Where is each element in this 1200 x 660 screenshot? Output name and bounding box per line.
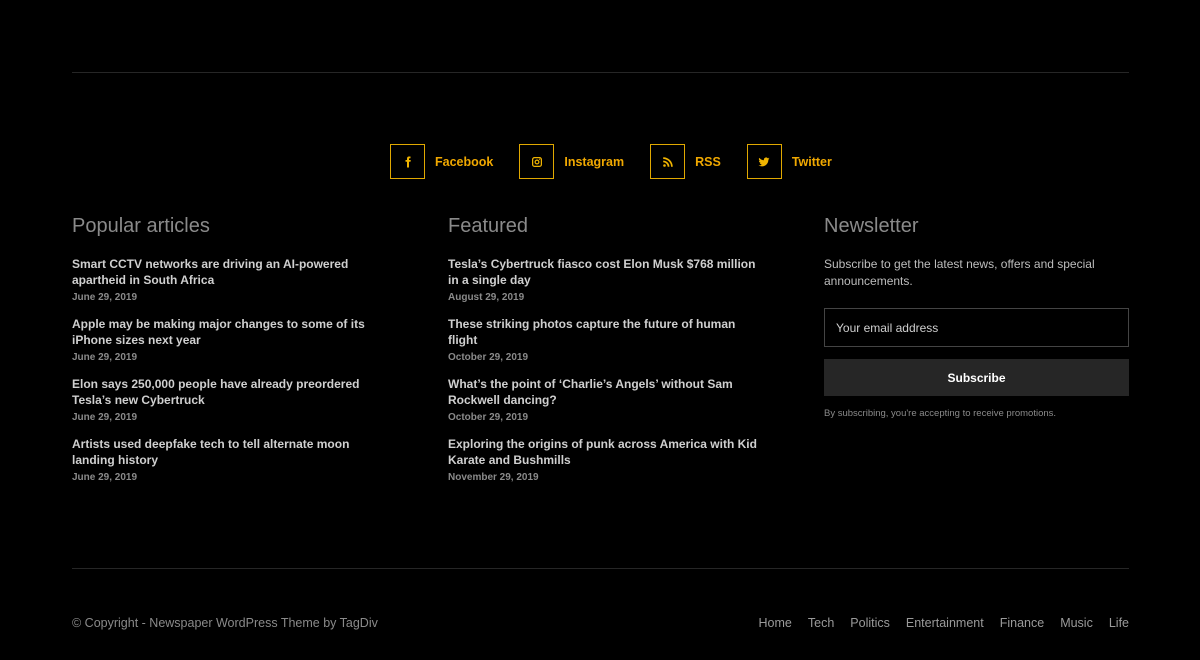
- newsletter-description: Subscribe to get the latest news, offers…: [824, 257, 1095, 288]
- social-instagram[interactable]: Instagram: [519, 144, 624, 179]
- list-item[interactable]: Smart CCTV networks are driving an AI-po…: [72, 256, 382, 304]
- list-item[interactable]: Tesla’s Cybertruck fiasco cost Elon Musk…: [448, 256, 758, 304]
- featured-section: Featured Tesla’s Cybertruck fiasco cost …: [448, 214, 758, 496]
- top-divider: [72, 72, 1129, 73]
- social-rss[interactable]: RSS: [650, 144, 721, 179]
- footer-link-entertainment[interactable]: Entertainment: [906, 616, 984, 630]
- twitter-icon[interactable]: [746, 144, 782, 179]
- popular-articles-section: Popular articles Smart CCTV networks are…: [72, 214, 382, 496]
- popular-articles-title: Popular articles: [72, 215, 210, 237]
- featured-title: Featured: [448, 215, 529, 237]
- article-title[interactable]: Apple may be making major changes to som…: [72, 316, 382, 348]
- footer-link-life[interactable]: Life: [1109, 616, 1129, 630]
- article-title[interactable]: What’s the point of ‘Charlie’s Angels’ w…: [448, 376, 758, 408]
- bottom-divider: [72, 568, 1129, 569]
- list-item[interactable]: Artists used deepfake tech to tell alter…: [72, 436, 382, 484]
- article-date: June 29, 2019: [72, 412, 138, 423]
- newsletter-section: Newsletter Subscribe to get the latest n…: [824, 214, 1130, 419]
- social-label-instagram[interactable]: Instagram: [564, 155, 624, 169]
- newsletter-title: Newsletter: [824, 215, 919, 237]
- article-title[interactable]: Elon says 250,000 people have already pr…: [72, 376, 382, 408]
- footer-link-politics[interactable]: Politics: [850, 616, 890, 630]
- article-date: June 29, 2019: [72, 352, 138, 363]
- article-date: August 29, 2019: [448, 292, 525, 303]
- article-date: October 29, 2019: [448, 412, 529, 423]
- social-links: Facebook Instagram RSS Twitter: [390, 144, 858, 179]
- email-field[interactable]: Your email address: [824, 308, 1129, 347]
- subscribe-button[interactable]: Subscribe: [824, 359, 1129, 396]
- social-twitter[interactable]: Twitter: [746, 144, 832, 179]
- footer-link-home[interactable]: Home: [759, 616, 792, 630]
- list-item[interactable]: What’s the point of ‘Charlie’s Angels’ w…: [448, 376, 758, 424]
- article-title[interactable]: Smart CCTV networks are driving an AI-po…: [72, 256, 382, 288]
- social-label-rss[interactable]: RSS: [695, 155, 721, 169]
- article-date: November 29, 2019: [448, 472, 539, 483]
- list-item[interactable]: Apple may be making major changes to som…: [72, 316, 382, 364]
- social-label-facebook[interactable]: Facebook: [435, 155, 493, 169]
- social-facebook[interactable]: Facebook: [390, 144, 493, 179]
- article-title[interactable]: Exploring the origins of punk across Ame…: [448, 436, 758, 468]
- instagram-icon[interactable]: [519, 144, 555, 179]
- article-date: June 29, 2019: [72, 292, 138, 303]
- copyright-text: © Copyright - Newspaper WordPress Theme …: [72, 616, 378, 630]
- article-date: October 29, 2019: [448, 352, 529, 363]
- list-item[interactable]: Exploring the origins of punk across Ame…: [448, 436, 758, 484]
- rss-icon[interactable]: [650, 144, 686, 179]
- footer-link-finance[interactable]: Finance: [1000, 616, 1044, 630]
- facebook-icon[interactable]: [390, 144, 425, 179]
- list-item[interactable]: These striking photos capture the future…: [448, 316, 758, 364]
- list-item[interactable]: Elon says 250,000 people have already pr…: [72, 376, 382, 424]
- footer-link-music[interactable]: Music: [1060, 616, 1093, 630]
- article-date: June 29, 2019: [72, 472, 138, 483]
- newsletter-note: By subscribing, you're accepting to rece…: [824, 408, 1057, 419]
- footer-nav: Home Tech Politics Entertainment Finance…: [743, 616, 1129, 630]
- social-label-twitter[interactable]: Twitter: [792, 155, 832, 169]
- article-title[interactable]: Tesla’s Cybertruck fiasco cost Elon Musk…: [448, 256, 758, 288]
- footer-link-tech[interactable]: Tech: [808, 616, 834, 630]
- article-title[interactable]: Artists used deepfake tech to tell alter…: [72, 436, 382, 468]
- article-title[interactable]: These striking photos capture the future…: [448, 316, 758, 348]
